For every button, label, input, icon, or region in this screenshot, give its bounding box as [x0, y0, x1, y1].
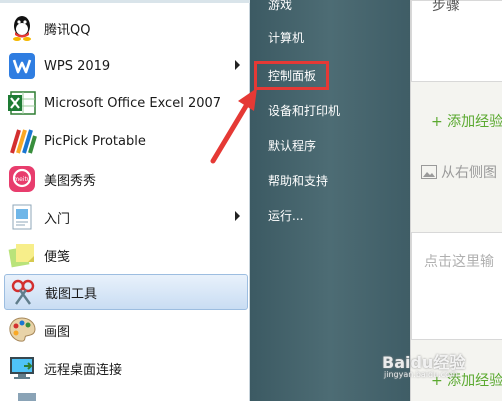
menu-item-games[interactable]: 游戏 — [268, 0, 292, 13]
program-item-wps[interactable]: WPS 2019 — [4, 48, 248, 84]
program-label: WPS 2019 — [44, 58, 111, 74]
picpick-icon — [7, 126, 37, 156]
menu-item-help-support[interactable]: 帮助和支持 — [268, 172, 328, 189]
paint-icon — [7, 315, 37, 345]
control-panel-highlight — [254, 61, 329, 90]
program-label: 腾讯QQ — [44, 22, 91, 38]
program-label: 美图秀秀 — [44, 173, 97, 189]
program-label: 远程桌面连接 — [44, 362, 123, 378]
svg-text:meitu: meitu — [13, 176, 31, 183]
getting-started-icon — [7, 202, 37, 232]
excel-icon — [7, 88, 37, 118]
program-label: 便笺 — [44, 249, 71, 265]
submenu-arrow-icon — [235, 211, 240, 221]
menu-item-devices-printers[interactable]: 设备和打印机 — [268, 102, 340, 119]
snipping-tool-icon — [8, 277, 38, 307]
menu-item-run[interactable]: 运行... — [268, 207, 303, 224]
baidu-watermark-url: jingyan.baidu.com — [384, 370, 458, 379]
meitu-icon: meitu — [7, 164, 37, 194]
step-input-box[interactable]: 点击这里输 — [411, 232, 502, 340]
program-item-paint[interactable]: 画图 — [4, 312, 248, 348]
program-label: PicPick Protable — [44, 133, 146, 149]
program-item-qq[interactable]: 腾讯QQ — [4, 10, 248, 46]
sticky-notes-icon — [7, 240, 37, 270]
editor-panel: 步骤 + 添加经验 从右侧图 点击这里输 + 添加经验 — [410, 0, 502, 401]
program-item-sticky-notes[interactable]: 便笺 — [4, 237, 248, 273]
program-label: 截图工具 — [45, 286, 98, 302]
program-item-snipping-tool[interactable]: 截图工具 — [4, 274, 248, 310]
program-label: Microsoft Office Excel 2007 — [44, 95, 222, 111]
menu-item-computer[interactable]: 计算机 — [268, 29, 304, 46]
upload-text: 从右侧图 — [441, 165, 497, 181]
program-item-remote-desktop[interactable]: 远程桌面连接 — [4, 350, 248, 386]
next-item-partial — [10, 393, 240, 401]
upload-image-row[interactable]: 从右侧图 — [411, 150, 502, 198]
image-icon — [421, 165, 437, 179]
top-divider — [0, 0, 250, 3]
step-text: 步骤 — [432, 0, 460, 14]
input-placeholder: 点击这里输 — [424, 254, 494, 270]
annotation-arrow-icon — [210, 88, 257, 164]
program-label: 入门 — [44, 211, 71, 227]
program-item-getting-started[interactable]: 入门 — [4, 199, 248, 235]
menu-item-default-programs[interactable]: 默认程序 — [268, 137, 316, 154]
qq-icon — [7, 13, 37, 43]
remote-desktop-icon — [7, 353, 37, 383]
program-label: 画图 — [44, 324, 71, 340]
submenu-arrow-icon — [235, 60, 240, 70]
programs-pane: 腾讯QQ WPS 2019 Microsoft Office Excel 200… — [0, 0, 250, 401]
add-step-button-1[interactable]: + 添加经验 — [431, 111, 502, 131]
wps-icon — [7, 51, 37, 81]
step-box-top: 步骤 — [411, 0, 502, 82]
